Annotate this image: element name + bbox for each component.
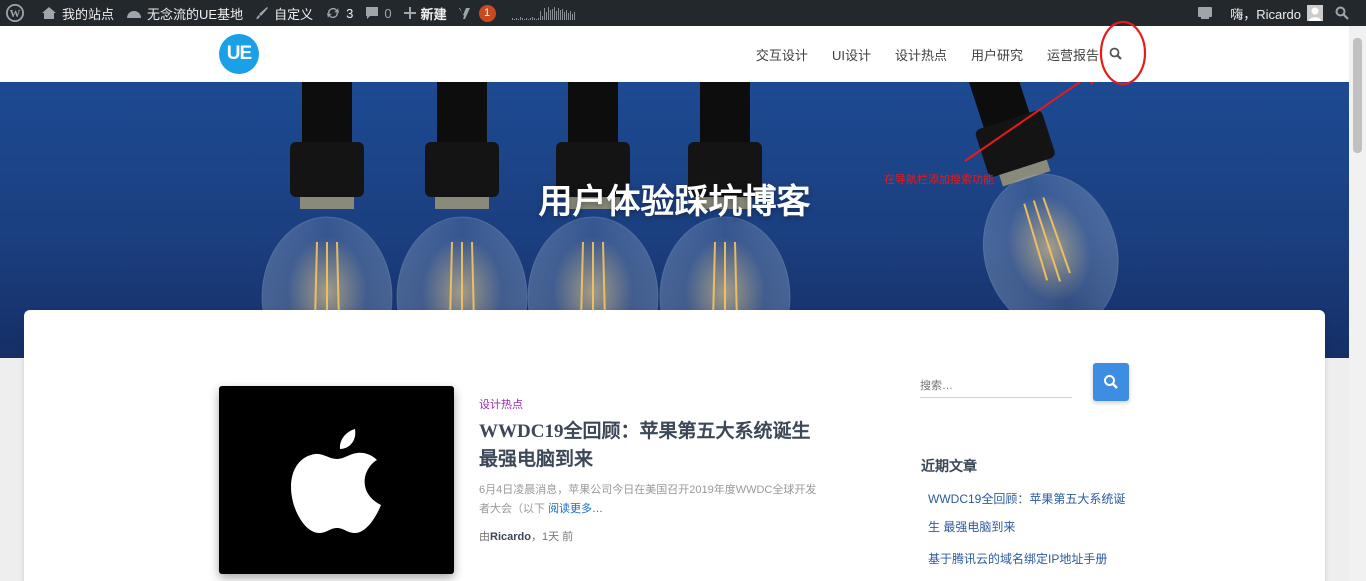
site-name-label: 无念流的UE基地 [147,6,244,22]
page-scrollbar[interactable] [1349,26,1366,581]
new-content-menu[interactable]: 新建 [398,0,453,26]
hero-title: 用户体验踩坑博客 [538,183,811,221]
site-name-menu[interactable]: 无念流的UE基地 [120,0,249,26]
customize-menu[interactable]: 自定义 [249,0,319,26]
post-excerpt: 6月4日凌晨消息，苹果公司今日在美国召开2019年度WWDC全球开发者大会（以下… [479,481,819,519]
post-title[interactable]: WWDC19全回顾：苹果第五大系统诞生 最强电脑到来 [479,418,819,474]
scrollbar-thumb[interactable] [1353,38,1362,153]
recent-posts-title: 近期文章 [921,458,977,474]
wordpress-logo-icon[interactable]: W [0,0,35,26]
post-meta: 由Ricardo，1天 前 [479,528,573,544]
admin-search-icon[interactable] [1329,0,1366,26]
recent-post-link-1[interactable]: WWDC19全回顾：苹果第五大系统诞 [928,490,1125,507]
yoast-icon [458,8,470,19]
menu-item-design-hot[interactable]: 设计热点 [895,45,947,64]
menu-item-operation-report[interactable]: 运营报告 [1047,45,1099,64]
user-avatar [1307,5,1323,21]
traffic-sparkline [511,6,575,20]
recent-post-link-2[interactable]: 基于腾讯云的域名绑定IP地址手册 [928,550,1107,567]
post-excerpt-text: 6月4日凌晨消息，苹果公司今日在美国召开2019年度WWDC全球开发者大会（以下 [479,484,817,515]
menu-item-interaction-design[interactable]: 交互设计 [756,45,808,64]
main-menu: 交互设计 UI设计 设计热点 用户研究 运营报告 [732,26,1099,82]
sidebar-search-input[interactable] [920,374,1072,398]
yoast-notification-badge: 1 [478,4,496,22]
menu-item-user-research[interactable]: 用户研究 [971,45,1023,64]
yoast-seo-menu[interactable]: 1 [453,0,502,26]
annotation-text: 在导航栏添加搜索功能 [884,174,994,186]
customize-label: 自定义 [274,6,314,22]
post-category[interactable]: 设计热点 [479,396,523,412]
user-account-menu[interactable]: 嗨，Ricardo [1224,0,1329,26]
home-icon [42,7,56,19]
menu-item-ui-design[interactable]: UI设计 [832,45,871,64]
new-label: 新建 [420,6,447,22]
recent-post-link-1-continued[interactable]: 生 最强电脑到来 [928,518,1015,535]
comment-icon [366,7,379,19]
read-more-link[interactable]: 阅读更多… [548,503,603,515]
comments-menu[interactable]: 0 [359,0,397,26]
apple-logo-icon [290,429,381,533]
my-sites-label: 我的站点 [62,6,115,22]
post-author[interactable]: Ricardo [490,531,531,543]
dashboard-icon [127,11,142,18]
admin-bar: W 我的站点 无念流的UE基地 自定义 3 0 新建 1 嗨，Ricardo [0,0,1366,26]
my-sites-menu[interactable]: 我的站点 [35,0,120,26]
svg-text:W: W [10,8,21,20]
post-thumbnail[interactable] [219,386,454,574]
greeting-label: 嗨，Ricardo [1230,6,1301,22]
updates-count: 3 [346,5,354,21]
sidebar-search-button[interactable] [1093,363,1129,401]
meta-prefix: 由 [479,531,490,543]
updates-menu[interactable]: 3 [319,0,359,26]
plus-icon [403,7,416,19]
search-icon [1104,375,1118,389]
screen-reader-icon[interactable] [1191,0,1224,26]
site-logo[interactable]: UE [219,34,259,74]
brush-icon [256,7,269,19]
comments-count: 0 [384,5,392,21]
updates-icon [327,8,340,19]
meta-time: ，1天 前 [530,531,574,543]
annotation-circle [1099,20,1147,86]
